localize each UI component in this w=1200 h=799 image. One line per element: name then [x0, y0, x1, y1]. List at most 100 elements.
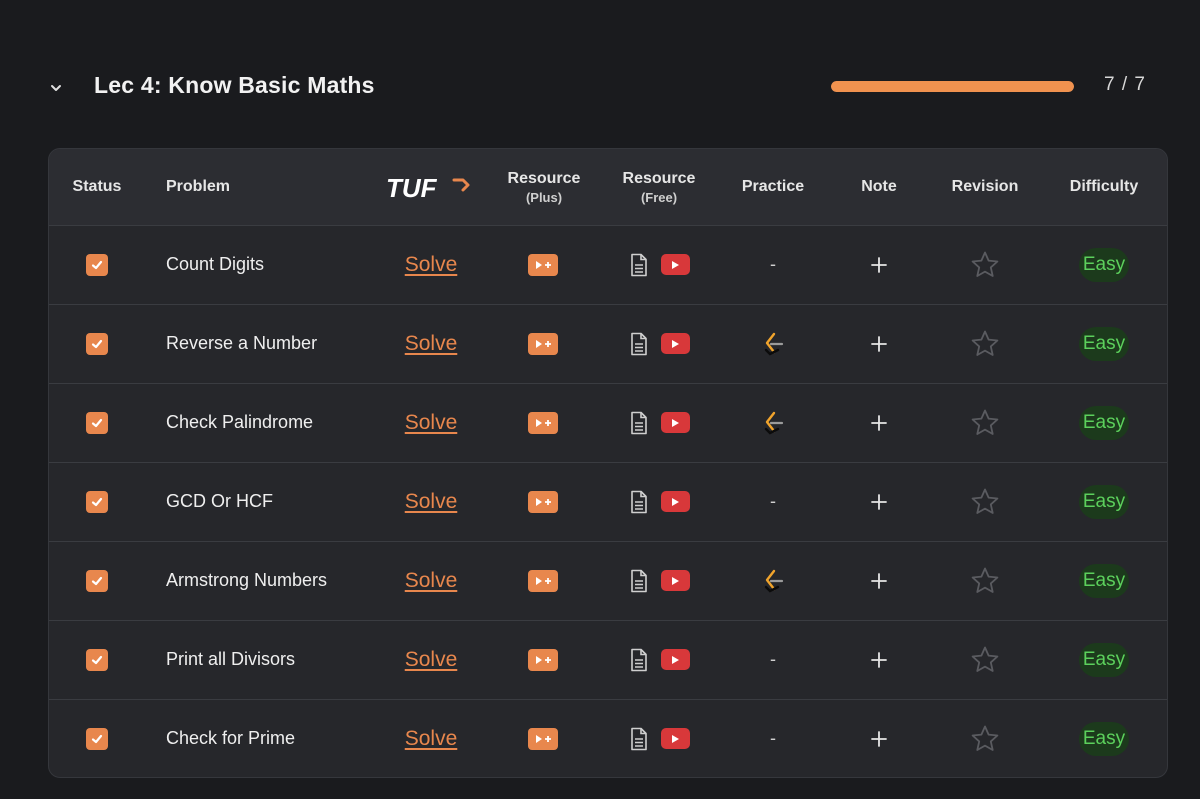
- note-cell: [829, 304, 929, 383]
- check-icon: [90, 653, 104, 667]
- video-plus-button[interactable]: [528, 727, 558, 750]
- resource-plus-cell: [493, 462, 593, 541]
- status-checkbox[interactable]: [86, 727, 108, 750]
- add-note-icon[interactable]: [870, 335, 888, 353]
- revision-cell: [935, 225, 1035, 304]
- article-icon[interactable]: [629, 411, 649, 435]
- article-icon[interactable]: [629, 727, 649, 751]
- youtube-button[interactable]: [660, 570, 690, 591]
- resource-plus-cell: [493, 383, 593, 462]
- star-icon[interactable]: [970, 329, 1000, 359]
- practice-cell: -: [723, 699, 823, 777]
- status-cell: [49, 699, 145, 777]
- check-icon: [90, 732, 104, 746]
- status-checkbox[interactable]: [86, 648, 108, 671]
- video-plus-button[interactable]: [528, 332, 558, 355]
- problem-name: Reverse a Number: [166, 333, 318, 353]
- difficulty-cell: Easy: [1052, 304, 1156, 383]
- difficulty-cell: Easy: [1052, 225, 1156, 304]
- status-cell: [49, 304, 145, 383]
- youtube-button[interactable]: [660, 491, 690, 512]
- status-checkbox[interactable]: [86, 253, 108, 276]
- video-plus-button[interactable]: [528, 253, 558, 276]
- difficulty-cell: Easy: [1052, 699, 1156, 777]
- check-icon: [90, 416, 104, 430]
- solve-link[interactable]: Solve: [405, 411, 458, 435]
- solve-cell: Solve: [381, 541, 481, 620]
- play-plus-icon: [532, 416, 554, 430]
- star-icon[interactable]: [970, 724, 1000, 754]
- youtube-play-icon: [669, 338, 681, 350]
- youtube-button[interactable]: [660, 412, 690, 433]
- note-cell: [829, 383, 929, 462]
- table-row: Armstrong Numbers Solve Easy: [49, 541, 1167, 621]
- practice-none: -: [770, 491, 776, 511]
- star-icon[interactable]: [970, 645, 1000, 675]
- solve-link[interactable]: Solve: [405, 727, 458, 751]
- difficulty-badge: Easy: [1078, 326, 1130, 361]
- article-icon[interactable]: [629, 253, 649, 277]
- note-cell: [829, 541, 929, 620]
- video-plus-button[interactable]: [528, 490, 558, 513]
- difficulty-badge: Easy: [1078, 405, 1130, 440]
- add-note-icon[interactable]: [870, 572, 888, 590]
- youtube-button[interactable]: [660, 254, 690, 275]
- resource-plus-cell: [493, 541, 593, 620]
- status-checkbox[interactable]: [86, 569, 108, 592]
- note-cell: [829, 225, 929, 304]
- table-row: Check Palindrome Solve Easy: [49, 383, 1167, 463]
- youtube-button[interactable]: [660, 649, 690, 670]
- revision-cell: [935, 620, 1035, 699]
- problem-name: Armstrong Numbers: [166, 570, 328, 590]
- progress-count: 7 / 7: [1104, 74, 1146, 95]
- status-checkbox[interactable]: [86, 490, 108, 513]
- status-checkbox[interactable]: [86, 332, 108, 355]
- add-note-icon[interactable]: [870, 493, 888, 511]
- check-icon: [90, 574, 104, 588]
- leetcode-icon[interactable]: [760, 410, 786, 436]
- video-plus-button[interactable]: [528, 411, 558, 434]
- youtube-button[interactable]: [660, 333, 690, 354]
- star-icon[interactable]: [970, 566, 1000, 596]
- youtube-button[interactable]: [660, 728, 690, 749]
- article-icon[interactable]: [629, 490, 649, 514]
- star-icon[interactable]: [970, 487, 1000, 517]
- resource-plus-cell: [493, 225, 593, 304]
- resource-plus-cell: [493, 699, 593, 777]
- resource-free-cell: [609, 383, 709, 462]
- header-status: Status: [72, 178, 122, 195]
- solve-cell: Solve: [381, 304, 481, 383]
- article-icon[interactable]: [629, 648, 649, 672]
- article-icon[interactable]: [629, 569, 649, 593]
- tuf-logo: TUF: [379, 149, 479, 225]
- video-plus-button[interactable]: [528, 569, 558, 592]
- resource-free-cell: [609, 541, 709, 620]
- video-plus-button[interactable]: [528, 648, 558, 671]
- solve-link[interactable]: Solve: [405, 648, 458, 672]
- leetcode-icon[interactable]: [760, 568, 786, 594]
- problem-name: Check Palindrome: [166, 412, 314, 432]
- difficulty-badge: Easy: [1078, 484, 1130, 519]
- star-icon[interactable]: [970, 408, 1000, 438]
- resource-free-cell: [609, 699, 709, 777]
- table-row: Reverse a Number Solve Easy: [49, 304, 1167, 384]
- youtube-play-icon: [669, 654, 681, 666]
- add-note-icon[interactable]: [870, 414, 888, 432]
- leetcode-icon[interactable]: [760, 331, 786, 357]
- play-plus-icon: [532, 574, 554, 588]
- status-checkbox[interactable]: [86, 411, 108, 434]
- add-note-icon[interactable]: [870, 651, 888, 669]
- solve-link[interactable]: Solve: [405, 569, 458, 593]
- problem-cell: Reverse a Number: [166, 304, 317, 383]
- chevron-down-icon[interactable]: [46, 78, 66, 98]
- solve-link[interactable]: Solve: [405, 253, 458, 277]
- article-icon[interactable]: [629, 332, 649, 356]
- solve-link[interactable]: Solve: [405, 490, 458, 514]
- add-note-icon[interactable]: [870, 256, 888, 274]
- solve-cell: Solve: [381, 225, 481, 304]
- star-icon[interactable]: [970, 250, 1000, 280]
- check-icon: [90, 337, 104, 351]
- header-resource-plus-label: Resource: [507, 169, 581, 187]
- add-note-icon[interactable]: [870, 730, 888, 748]
- solve-link[interactable]: Solve: [405, 332, 458, 356]
